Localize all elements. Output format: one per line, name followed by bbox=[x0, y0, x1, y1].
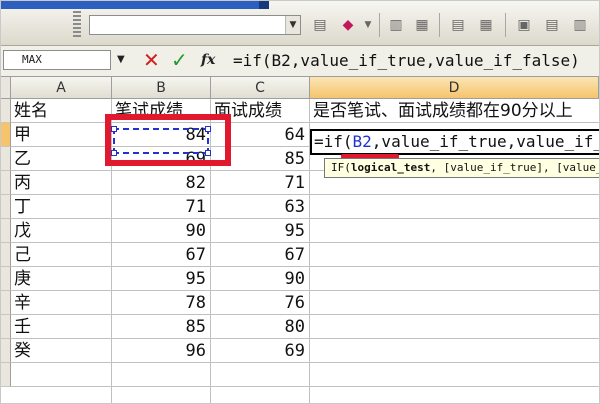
cell-interview-score[interactable]: 80 bbox=[211, 315, 309, 339]
formula-bar: MAX ▼ ✕ ✓ fx =if(B2,value_if_true,value_… bbox=[1, 46, 599, 77]
row-header[interactable] bbox=[1, 195, 11, 219]
row-header[interactable] bbox=[1, 339, 11, 363]
cell-written-score[interactable]: 78 bbox=[112, 291, 210, 315]
row-header[interactable] bbox=[1, 291, 11, 315]
cell-interview-score[interactable]: 69 bbox=[211, 339, 309, 363]
fill-color-icon[interactable]: ◆ bbox=[337, 15, 359, 35]
edit-reference: B2 bbox=[352, 132, 372, 151]
insert-function-icon[interactable]: fx bbox=[201, 52, 215, 68]
title-strip bbox=[1, 1, 269, 9]
name-box[interactable]: MAX bbox=[3, 50, 111, 70]
toolbar-separator bbox=[439, 13, 440, 37]
tooltip-rest: , [value_if_true], [value_if_false]) bbox=[430, 161, 599, 174]
cell-written-score[interactable]: 71 bbox=[112, 195, 210, 219]
tooltip-arg-current[interactable]: logical_test bbox=[351, 161, 430, 174]
row-header[interactable] bbox=[1, 315, 11, 339]
column-header-d[interactable]: D bbox=[310, 77, 599, 99]
cell-interview-score[interactable]: 95 bbox=[211, 219, 309, 243]
cell-written-score[interactable]: 67 bbox=[112, 243, 210, 267]
worksheet-grid: A B C D 姓名 笔试成绩 面试成绩 是否笔试、面试成绩都在90分以上甲 84 64 乙… bbox=[1, 77, 599, 403]
row-header[interactable] bbox=[1, 363, 11, 387]
paste-icon[interactable]: ▤ bbox=[309, 15, 331, 35]
tooltip-fn: IF( bbox=[331, 161, 351, 174]
select-all-corner[interactable] bbox=[1, 77, 11, 99]
cell-name[interactable]: 辛 bbox=[11, 291, 111, 315]
row-header[interactable] bbox=[1, 243, 11, 267]
cell-written-score[interactable]: 90 bbox=[112, 219, 210, 243]
cell-written-score[interactable]: 82 bbox=[112, 171, 210, 195]
formula-input[interactable]: =if(B2,value_if_true,value_if_false) bbox=[233, 50, 599, 72]
row-header[interactable] bbox=[1, 171, 11, 195]
outdent-icon[interactable]: ▥ bbox=[569, 15, 591, 35]
marquee-handle[interactable] bbox=[205, 150, 211, 156]
cell-name[interactable]: 戊 bbox=[11, 219, 111, 243]
cell-d1[interactable]: 是否笔试、面试成绩都在90分以上 bbox=[310, 99, 599, 123]
column-header-b[interactable]: B bbox=[112, 77, 211, 99]
toolbar-separator bbox=[379, 13, 380, 37]
font-combo[interactable]: ▼ bbox=[89, 15, 301, 35]
toolbar-separator bbox=[505, 13, 506, 37]
name-box-dropdown-icon[interactable]: ▼ bbox=[117, 54, 125, 65]
row-header[interactable] bbox=[1, 123, 11, 147]
column-header-a[interactable]: A bbox=[11, 77, 112, 99]
chevron-down-icon[interactable]: ▼ bbox=[285, 16, 300, 34]
align-left-icon[interactable]: ▥ bbox=[385, 15, 407, 35]
column-header-c[interactable]: C bbox=[211, 77, 310, 99]
cell-written-score[interactable]: 85 bbox=[112, 315, 210, 339]
toolbar-grip-icon[interactable] bbox=[73, 11, 81, 39]
cancel-icon[interactable]: ✕ bbox=[143, 49, 160, 71]
cell-name[interactable]: 甲 bbox=[11, 123, 111, 147]
toolbar: ▼ ▤ ◆ ▼ ▥ ▦ ▤ ▦ ▣ ▤ ▥ bbox=[1, 1, 599, 46]
align-right-icon[interactable]: ▤ bbox=[447, 15, 469, 35]
edit-prefix: =if( bbox=[314, 132, 353, 151]
gridline bbox=[11, 386, 599, 387]
cell-written-score[interactable]: 96 bbox=[112, 339, 210, 363]
row-header[interactable] bbox=[1, 267, 11, 291]
marquee-handle[interactable] bbox=[111, 126, 117, 132]
cell-name[interactable]: 丙 bbox=[11, 171, 111, 195]
cell-name[interactable]: 己 bbox=[11, 243, 111, 267]
cell-interview-score[interactable]: 67 bbox=[211, 243, 309, 267]
row-header[interactable] bbox=[1, 219, 11, 243]
cell-name[interactable]: 壬 bbox=[11, 315, 111, 339]
merge-icon[interactable]: ▦ bbox=[475, 15, 497, 35]
cell-name[interactable]: 乙 bbox=[11, 147, 111, 171]
row-header[interactable] bbox=[1, 99, 11, 123]
marquee-handle[interactable] bbox=[111, 150, 117, 156]
cell-d2-editor[interactable]: =if(B2,value_if_true,value_if_false) bbox=[310, 129, 599, 155]
marquee-handle[interactable] bbox=[205, 126, 211, 132]
edit-suffix: ,value_if_true,value_if_false) bbox=[371, 132, 599, 151]
function-tooltip: IF(logical_test, [value_if_true], [value… bbox=[324, 158, 599, 178]
referenced-cell-marquee bbox=[111, 126, 211, 156]
cell-written-score[interactable]: 95 bbox=[112, 267, 210, 291]
excel-window: ▼ ▤ ◆ ▼ ▥ ▦ ▤ ▦ ▣ ▤ ▥ MAX ▼ ✕ ✓ fx =if(B… bbox=[0, 0, 600, 404]
fill-color-dropdown-icon[interactable]: ▼ bbox=[357, 15, 379, 35]
cell-name[interactable]: 丁 bbox=[11, 195, 111, 219]
enter-icon[interactable]: ✓ bbox=[171, 49, 188, 71]
indent-icon[interactable]: ▤ bbox=[541, 15, 563, 35]
cell-interview-score[interactable]: 76 bbox=[211, 291, 309, 315]
border-icon[interactable]: ▣ bbox=[513, 15, 535, 35]
cell-name[interactable]: 癸 bbox=[11, 339, 111, 363]
row-header[interactable] bbox=[1, 147, 11, 171]
cell-interview-score[interactable]: 90 bbox=[211, 267, 309, 291]
cell-interview-score[interactable]: 71 bbox=[211, 171, 309, 195]
cell-a1[interactable]: 姓名 bbox=[11, 99, 111, 123]
title-strip-button[interactable] bbox=[259, 1, 269, 9]
cell-interview-score[interactable]: 63 bbox=[211, 195, 309, 219]
cell-name[interactable]: 庚 bbox=[11, 267, 111, 291]
align-center-icon[interactable]: ▦ bbox=[411, 15, 433, 35]
